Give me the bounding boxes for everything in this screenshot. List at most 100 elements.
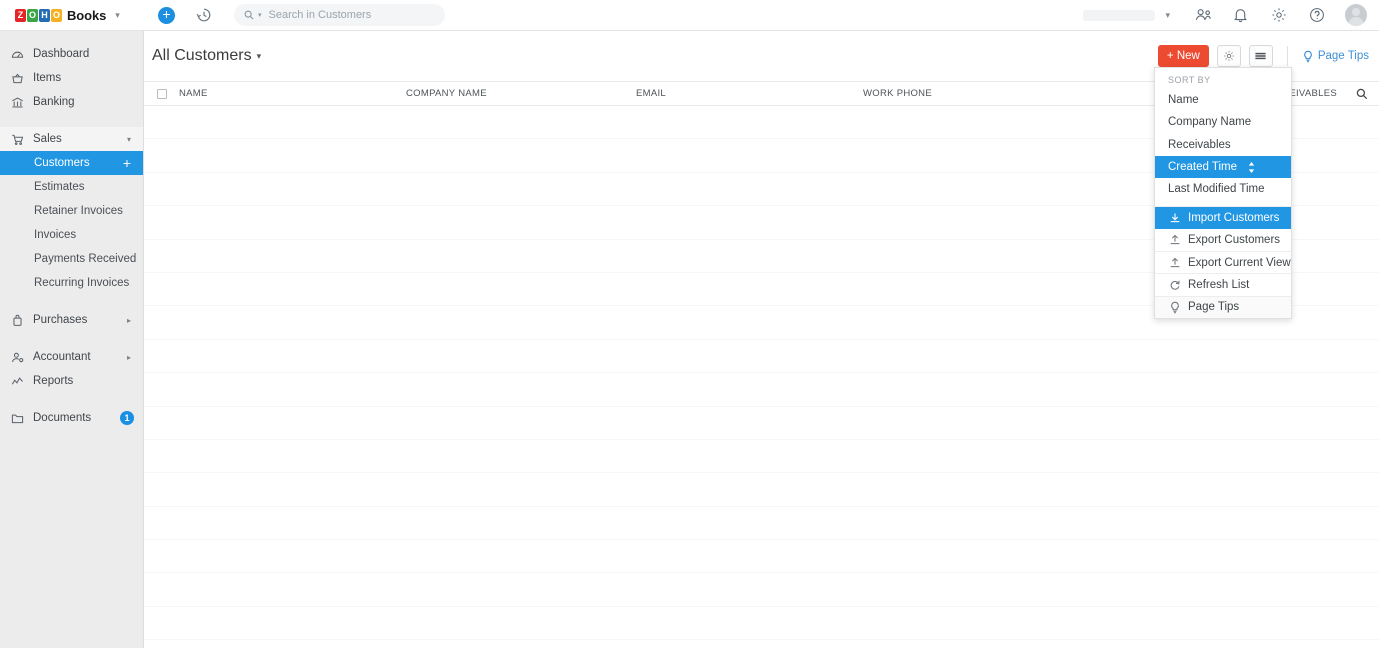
settings-button[interactable] bbox=[1216, 45, 1241, 67]
brand-logo[interactable]: Z O H O Books ▾ bbox=[0, 0, 144, 31]
folder-icon bbox=[11, 412, 24, 425]
search-icon bbox=[244, 10, 254, 20]
zoho-logo-tiles: Z O H O bbox=[15, 8, 62, 22]
menu-item-sort-receivables[interactable]: Receivables bbox=[1155, 134, 1291, 156]
gear-icon[interactable] bbox=[1271, 7, 1287, 23]
sidebar-item-sales[interactable]: Sales ▾ bbox=[0, 127, 143, 151]
chevron-down-icon[interactable]: ▾ bbox=[127, 135, 131, 144]
menu-item-label: Company Name bbox=[1168, 116, 1252, 129]
sidebar-item-dashboard[interactable]: Dashboard bbox=[0, 42, 143, 66]
export-icon bbox=[1168, 233, 1181, 246]
table-row[interactable] bbox=[144, 373, 1379, 407]
menu-item-refresh-list[interactable]: Refresh List bbox=[1155, 273, 1291, 295]
create-new-button[interactable]: + bbox=[158, 6, 175, 24]
list-view-dropdown-menu: SORT BY Name Company Name Receivables Cr… bbox=[1154, 67, 1292, 319]
menu-item-sort-company-name[interactable]: Company Name bbox=[1155, 111, 1291, 133]
chevron-right-icon[interactable]: ▸ bbox=[127, 353, 131, 362]
top-bar: Z O H O Books ▾ + ▾ Search in Customers … bbox=[0, 0, 1379, 31]
refresh-icon bbox=[1168, 279, 1181, 292]
sidebar-item-purchases[interactable]: Purchases ▸ bbox=[0, 308, 143, 332]
clock-history-icon[interactable] bbox=[196, 7, 212, 23]
logo-tile-o1: O bbox=[27, 8, 38, 22]
sidebar-item-label: Reports bbox=[33, 375, 74, 387]
org-chevron-down-icon[interactable]: ▾ bbox=[1165, 10, 1170, 21]
bell-icon[interactable] bbox=[1233, 7, 1249, 23]
menu-item-export-customers[interactable]: Export Customers bbox=[1155, 229, 1291, 251]
sidebar-item-label: Retainer Invoices bbox=[34, 205, 123, 217]
bulb-icon bbox=[1168, 301, 1181, 314]
menu-item-sort-name[interactable]: Name bbox=[1155, 89, 1291, 111]
sidebar-item-payments-received[interactable]: Payments Received bbox=[0, 247, 143, 271]
column-header-email[interactable]: EMAIL bbox=[636, 88, 863, 99]
menu-item-import-customers[interactable]: Import Customers bbox=[1155, 206, 1291, 229]
menu-item-label: Import Customers bbox=[1188, 212, 1280, 225]
sidebar-item-label: Invoices bbox=[34, 229, 77, 241]
sort-direction-icon[interactable] bbox=[1248, 161, 1255, 173]
menu-item-export-current-view[interactable]: Export Current View bbox=[1155, 251, 1291, 273]
top-bar-right: ▾ bbox=[1083, 4, 1379, 26]
table-row[interactable] bbox=[144, 507, 1379, 541]
divider bbox=[1286, 46, 1288, 66]
sidebar-item-recurring-invoices[interactable]: Recurring Invoices bbox=[0, 271, 143, 295]
sidebar-item-reports[interactable]: Reports bbox=[0, 369, 143, 393]
table-row[interactable] bbox=[144, 540, 1379, 574]
table-row[interactable] bbox=[144, 473, 1379, 507]
sidebar-item-estimates[interactable]: Estimates bbox=[0, 175, 143, 199]
column-header-company-name[interactable]: COMPANY NAME bbox=[406, 88, 636, 99]
accountant-icon bbox=[11, 351, 24, 364]
menu-item-page-tips[interactable]: Page Tips bbox=[1155, 295, 1291, 318]
select-all-checkbox-cell bbox=[144, 88, 179, 99]
page-tips-button[interactable]: Page Tips bbox=[1302, 50, 1369, 63]
cart-icon bbox=[11, 133, 24, 146]
sidebar: Dashboard Items Banking Sales ▾ Customer… bbox=[0, 31, 144, 648]
page-title-chevron-down-icon[interactable]: ▾ bbox=[257, 51, 262, 62]
sidebar-item-banking[interactable]: Banking bbox=[0, 90, 143, 114]
menu-item-sort-created-time[interactable]: Created Time bbox=[1155, 155, 1291, 179]
column-header-work-phone[interactable]: WORK PHONE bbox=[863, 88, 1181, 99]
help-icon[interactable] bbox=[1309, 7, 1325, 23]
chevron-down-icon[interactable]: ▾ bbox=[115, 10, 120, 21]
menu-item-label: Export Current View bbox=[1188, 256, 1291, 269]
sidebar-item-label: Dashboard bbox=[33, 48, 90, 60]
table-row[interactable] bbox=[144, 607, 1379, 641]
sidebar-item-invoices[interactable]: Invoices bbox=[0, 223, 143, 247]
users-icon[interactable] bbox=[1195, 7, 1211, 23]
sidebar-item-label: Accountant bbox=[33, 351, 91, 363]
menu-item-label: Receivables bbox=[1168, 138, 1231, 151]
table-row[interactable] bbox=[144, 407, 1379, 440]
import-icon bbox=[1168, 212, 1181, 225]
table-row[interactable] bbox=[144, 440, 1379, 474]
logo-tile-o2: O bbox=[51, 8, 62, 22]
sidebar-item-items[interactable]: Items bbox=[0, 66, 143, 90]
select-all-checkbox[interactable] bbox=[156, 88, 167, 99]
list-view-menu-button[interactable] bbox=[1248, 45, 1273, 67]
page-tips-label: Page Tips bbox=[1317, 50, 1369, 62]
page-title[interactable]: All Customers bbox=[152, 47, 252, 65]
bulb-icon bbox=[1302, 50, 1314, 63]
sidebar-item-customers[interactable]: Customers + bbox=[0, 151, 143, 175]
sidebar-item-label: Purchases bbox=[33, 314, 88, 326]
sort-by-label: SORT BY bbox=[1168, 75, 1211, 85]
menu-item-label: Refresh List bbox=[1188, 279, 1250, 292]
menu-item-sort-last-modified-time[interactable]: Last Modified Time bbox=[1155, 178, 1291, 200]
add-customer-icon[interactable]: + bbox=[123, 156, 131, 170]
chevron-right-icon[interactable]: ▸ bbox=[127, 316, 131, 325]
main-content: All Customers ▾ + New Page Tips NAME COM… bbox=[144, 31, 1379, 648]
app-root: Z O H O Books ▾ + ▾ Search in Customers … bbox=[0, 0, 1379, 648]
sidebar-item-label: Recurring Invoices bbox=[34, 277, 130, 289]
search-placeholder: Search in Customers bbox=[268, 9, 372, 21]
search-input[interactable]: ▾ Search in Customers bbox=[234, 4, 445, 26]
avatar[interactable] bbox=[1345, 4, 1367, 26]
table-search-icon[interactable] bbox=[1345, 88, 1379, 100]
sidebar-item-label: Sales bbox=[33, 133, 62, 145]
column-header-name[interactable]: NAME bbox=[179, 88, 406, 99]
export-icon bbox=[1168, 256, 1181, 269]
table-row[interactable] bbox=[144, 340, 1379, 374]
sidebar-item-retainer-invoices[interactable]: Retainer Invoices bbox=[0, 199, 143, 223]
new-button[interactable]: + New bbox=[1157, 45, 1209, 67]
sidebar-item-documents[interactable]: Documents 1 bbox=[0, 406, 143, 430]
search-scope-chevron-icon[interactable]: ▾ bbox=[258, 11, 262, 19]
table-row[interactable] bbox=[144, 573, 1379, 607]
menu-item-label: Last Modified Time bbox=[1168, 183, 1265, 196]
sidebar-item-accountant[interactable]: Accountant ▸ bbox=[0, 345, 143, 369]
